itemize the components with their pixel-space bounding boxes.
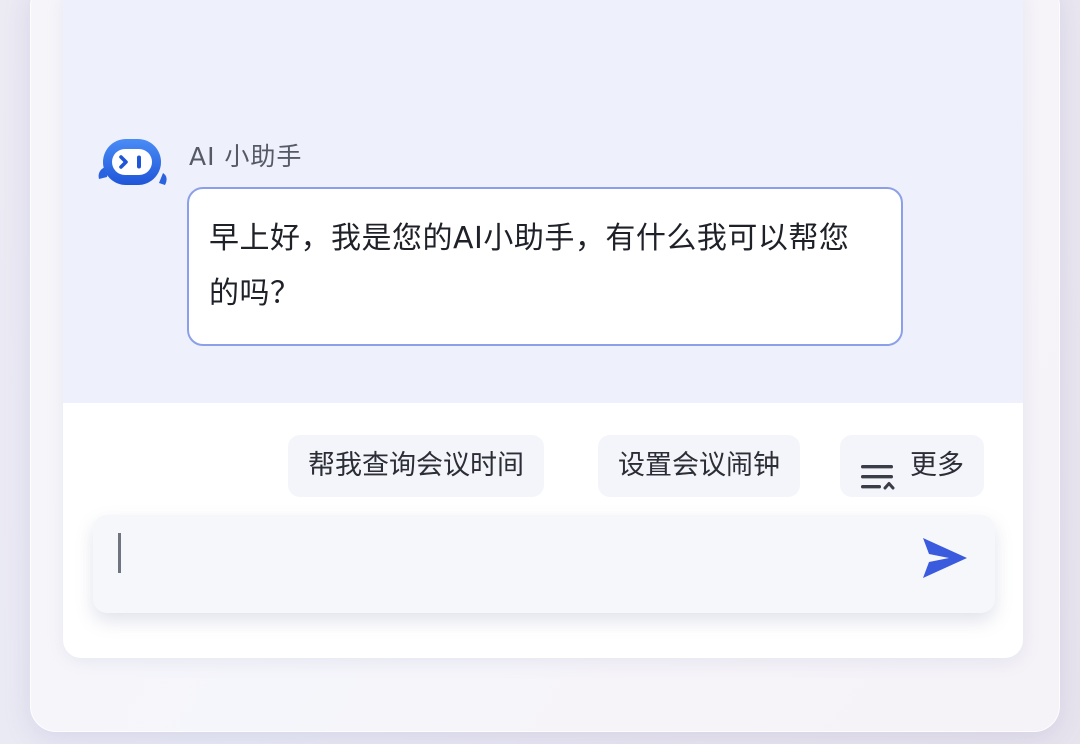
assistant-name: AI 小助手 [189, 142, 303, 171]
quick-action-query-meeting[interactable]: 帮我查询会议时间 [288, 435, 544, 497]
robot-avatar-icon [95, 133, 171, 191]
send-button[interactable] [919, 534, 971, 582]
more-label: 更多 [910, 450, 964, 481]
chat-panel: AI 小助手 早上好，我是您的AI小助手，有什么我可以帮您的吗？ 帮我查询会议时… [63, 0, 1023, 658]
menu-lines-icon [860, 452, 896, 490]
assistant-message-bubble: 早上好，我是您的AI小助手，有什么我可以帮您的吗？ [187, 187, 903, 346]
text-caret [118, 533, 121, 573]
quick-action-more[interactable]: 更多 [840, 435, 984, 497]
send-arrow-icon [923, 538, 967, 578]
quick-action-set-alarm[interactable]: 设置会议闹钟 [598, 435, 800, 497]
message-input[interactable] [93, 515, 995, 613]
message-list: AI 小助手 早上好，我是您的AI小助手，有什么我可以帮您的吗？ [63, 0, 1023, 403]
